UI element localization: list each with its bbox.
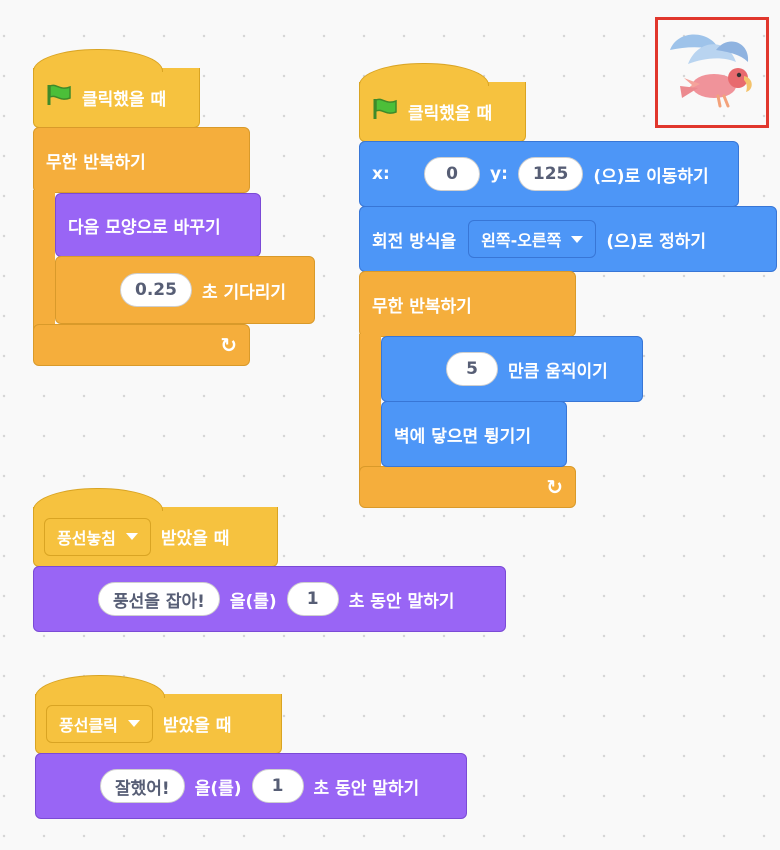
rotation-style-dropdown[interactable]: 왼쪽-오른쪽 <box>468 220 597 258</box>
move-steps-input[interactable]: 5 <box>446 352 498 386</box>
forever-block-2[interactable]: 무한 반복하기 <box>359 271 576 337</box>
rotation-label: 회전 방식을 <box>372 231 457 252</box>
chevron-down-icon <box>125 533 138 540</box>
rotation-suffix: (으)로 정하기 <box>606 231 707 252</box>
parrot-sprite-icon <box>670 34 752 108</box>
next-costume-label: 다음 모양으로 바꾸기 <box>68 217 221 238</box>
rotation-style-value: 왼쪽-오른쪽 <box>481 231 562 250</box>
goto-suffix: (으)로 이동하기 <box>593 166 709 187</box>
message-value: 풍선놓침 <box>57 528 116 548</box>
wait-block[interactable]: 0.25 초 기다리기 <box>55 256 315 324</box>
bounce-on-edge-block[interactable]: 벽에 닿으면 튕기기 <box>381 401 567 467</box>
say-mid-label: 을(를) <box>229 591 277 612</box>
say-for-secs-block-1[interactable]: 풍선을 잡아! 을(를) 1 초 동안 말하기 <box>33 566 506 632</box>
goto-x-label: x: <box>372 164 390 184</box>
move-steps-block[interactable]: 5 만큼 움직이기 <box>381 336 643 402</box>
message-value: 풍선클릭 <box>59 715 118 735</box>
goto-xy-block[interactable]: x: 0 y: 125 (으)로 이동하기 <box>359 141 739 207</box>
chevron-down-icon <box>127 720 140 727</box>
say-secs-input[interactable]: 1 <box>251 769 304 803</box>
wait-label: 초 기다리기 <box>201 282 287 303</box>
goto-y-input[interactable]: 125 <box>517 157 584 191</box>
goto-y-label: y: <box>490 164 508 184</box>
hat-label: 클릭했을 때 <box>82 90 167 110</box>
goto-x-input[interactable]: 0 <box>424 157 480 191</box>
forever-label: 무한 반복하기 <box>46 152 146 173</box>
green-flag-icon <box>372 97 398 126</box>
forever-bottom-2: ↻ <box>359 466 576 508</box>
say-mid-label: 을(를) <box>194 778 242 799</box>
move-label: 만큼 움직이기 <box>508 361 608 382</box>
hat-suffix: 받았을 때 <box>162 716 232 736</box>
loop-arrow-icon: ↻ <box>546 475 563 499</box>
message-dropdown-2[interactable]: 풍선클릭 <box>46 704 153 743</box>
green-flag-icon <box>46 83 72 112</box>
say-text-input[interactable]: 잘했어! <box>100 769 185 803</box>
wait-seconds-input[interactable]: 0.25 <box>120 273 192 307</box>
forever-arm-2 <box>359 334 381 474</box>
loop-arrow-icon: ↻ <box>220 333 237 357</box>
when-receive-hat-2[interactable]: 풍선클릭 받았을 때 <box>35 675 282 754</box>
say-text-input[interactable]: 풍선을 잡아! <box>98 582 220 616</box>
hat-suffix: 받았을 때 <box>160 529 230 549</box>
when-flag-clicked-hat-2[interactable]: 클릭했을 때 <box>359 63 526 142</box>
set-rotation-style-block[interactable]: 회전 방식을 왼쪽-오른쪽 (으)로 정하기 <box>359 206 777 272</box>
chevron-down-icon <box>571 235 584 243</box>
forever-block-1[interactable]: 무한 반복하기 <box>33 127 250 193</box>
hat-label: 클릭했을 때 <box>408 104 493 124</box>
selected-sprite-thumbnail[interactable] <box>655 17 769 128</box>
say-suffix: 초 동안 말하기 <box>348 591 455 612</box>
say-secs-input[interactable]: 1 <box>286 582 339 616</box>
forever-arm-1 <box>33 190 55 330</box>
next-costume-block[interactable]: 다음 모양으로 바꾸기 <box>55 193 261 257</box>
forever-bottom-1: ↻ <box>33 324 250 366</box>
message-dropdown-1[interactable]: 풍선놓침 <box>44 517 151 556</box>
say-for-secs-block-2[interactable]: 잘했어! 을(를) 1 초 동안 말하기 <box>35 753 467 819</box>
when-flag-clicked-hat-1[interactable]: 클릭했을 때 <box>33 49 200 128</box>
say-suffix: 초 동안 말하기 <box>313 778 420 799</box>
bounce-label: 벽에 닿으면 튕기기 <box>394 426 531 447</box>
when-receive-hat-1[interactable]: 풍선놓침 받았을 때 <box>33 488 278 567</box>
forever-label: 무한 반복하기 <box>372 296 472 317</box>
